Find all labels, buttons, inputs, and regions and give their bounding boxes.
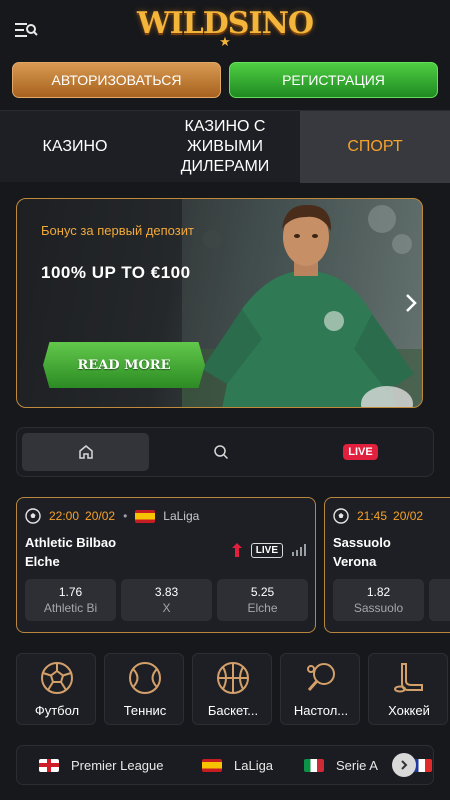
hockey-icon xyxy=(394,663,423,693)
page: WILDSINO ★ АВТОРИЗОВАТЬСЯ РЕГИСТРАЦИЯ КА… xyxy=(0,0,450,800)
tab-casino[interactable]: КАЗИНО xyxy=(0,111,150,183)
sports-list: Футбол Теннис Баскет... Настол... Хоккей xyxy=(16,653,450,727)
category-tabs: КАЗИНО КАЗИНО С ЖИВЫМИ ДИЛЕРАМИ СПОРТ xyxy=(0,110,450,183)
logo[interactable]: WILDSINO ★ xyxy=(0,6,450,49)
register-button[interactable]: РЕГИСТРАЦИЯ xyxy=(229,62,438,98)
odds-label: X xyxy=(162,601,171,615)
sport-label: Хоккей xyxy=(388,703,430,718)
search-filter-button[interactable] xyxy=(157,433,284,471)
live-filter-button[interactable]: LIVE xyxy=(292,433,429,471)
match-indicators: LIVE xyxy=(231,542,307,558)
england-flag-icon xyxy=(39,758,59,772)
league-label: Serie A xyxy=(336,757,378,773)
league-item-laliga[interactable]: LaLiga xyxy=(202,746,273,784)
tab-sport[interactable]: СПОРТ xyxy=(300,111,450,183)
spain-flag-icon xyxy=(202,758,222,772)
search-icon xyxy=(213,445,228,460)
chevron-right-icon[interactable] xyxy=(392,753,416,777)
sport-label: Баскет... xyxy=(207,703,259,718)
odds-button[interactable]: 3.83 X xyxy=(121,579,212,621)
odds-label: Athletic Bi xyxy=(43,601,98,615)
home-filter-button[interactable] xyxy=(22,433,149,471)
promo-banner[interactable]: Бонус за первый депозит 100% UP TO €100 … xyxy=(16,198,423,408)
basketball-icon xyxy=(217,662,249,694)
league-item-serie-a[interactable]: Serie A xyxy=(304,746,378,784)
spain-flag-icon xyxy=(135,509,156,523)
match-date: 20/02 xyxy=(393,509,424,523)
odds-value: 1.82 xyxy=(366,585,391,599)
match-card[interactable]: 21:45 20/02 Sassuolo Verona 1.82 Sassuol… xyxy=(324,497,450,633)
bonus-subtitle: Бонус за первый депозит xyxy=(41,223,194,238)
home-icon xyxy=(78,445,93,459)
separator-dot: • xyxy=(123,509,128,523)
team-away: Elche xyxy=(25,554,60,569)
odds-label: Elche xyxy=(247,601,278,615)
team-home: Athletic Bilbao xyxy=(25,535,117,550)
odds-value: 1.76 xyxy=(58,585,83,599)
italy-flag-icon xyxy=(304,758,324,772)
match-header: 22:00 20/02 • LaLiga xyxy=(25,508,199,524)
league-item-premier-league[interactable]: Premier League xyxy=(39,746,164,784)
sport-item-football[interactable]: Футбол xyxy=(16,653,96,725)
match-card[interactable]: 22:00 20/02 • LaLiga Athletic Bilbao Elc… xyxy=(16,497,316,633)
match-time: 22:00 xyxy=(49,509,80,523)
team-home: Sassuolo xyxy=(333,535,391,550)
sport-item-tennis[interactable]: Теннис xyxy=(104,653,184,725)
match-date: 20/02 xyxy=(85,509,116,523)
team-away: Verona xyxy=(333,554,377,569)
match-time: 21:45 xyxy=(357,509,388,523)
shirt-icon xyxy=(231,543,242,557)
odds-button[interactable]: 1.82 Sassuolo xyxy=(333,579,424,621)
star-icon: ★ xyxy=(219,34,231,49)
login-button[interactable]: АВТОРИЗОВАТЬСЯ xyxy=(12,62,221,98)
chevron-right-icon[interactable] xyxy=(404,289,420,317)
sport-label: Настол... xyxy=(293,703,349,718)
tennis-ball-icon xyxy=(129,662,161,694)
sport-item-basketball[interactable]: Баскет... xyxy=(192,653,272,725)
table-tennis-icon xyxy=(307,663,335,691)
read-more-button[interactable]: READ MORE xyxy=(43,342,205,388)
live-tag: LIVE xyxy=(250,542,283,558)
signal-bars-icon xyxy=(292,544,306,556)
tab-live-casino[interactable]: КАЗИНО С ЖИВЫМИ ДИЛЕРАМИ xyxy=(150,111,300,183)
bonus-title: 100% UP TO €100 xyxy=(41,263,191,282)
odds-value: 3.83 xyxy=(154,585,179,599)
sport-item-hockey[interactable]: Хоккей xyxy=(368,653,448,725)
sport-label: Футбол xyxy=(34,703,80,718)
odds-value: 5.25 xyxy=(250,585,275,599)
auth-buttons: АВТОРИЗОВАТЬСЯ РЕГИСТРАЦИЯ xyxy=(12,62,438,98)
header: WILDSINO ★ xyxy=(0,0,450,58)
live-badge: LIVE xyxy=(343,444,378,460)
league-label: Premier League xyxy=(71,757,164,773)
footballer-image xyxy=(182,199,422,407)
odds-label: Sassuolo xyxy=(353,601,404,615)
match-league: LaLiga xyxy=(163,509,200,523)
sport-label: Теннис xyxy=(123,703,167,718)
soccer-ball-icon xyxy=(41,662,73,694)
sport-filter-bar: LIVE xyxy=(16,427,434,477)
leagues-bar: Premier League LaLiga Serie A xyxy=(16,745,434,785)
match-header: 21:45 20/02 xyxy=(333,508,423,524)
league-label: LaLiga xyxy=(234,757,274,773)
soccer-ball-icon xyxy=(333,508,349,524)
odds-button[interactable]: 5.25 Elche xyxy=(217,579,308,621)
sport-item-table-tennis[interactable]: Настол... xyxy=(280,653,360,725)
soccer-ball-icon xyxy=(25,508,41,524)
odds-button[interactable] xyxy=(429,579,450,621)
odds-button[interactable]: 1.76 Athletic Bi xyxy=(25,579,116,621)
